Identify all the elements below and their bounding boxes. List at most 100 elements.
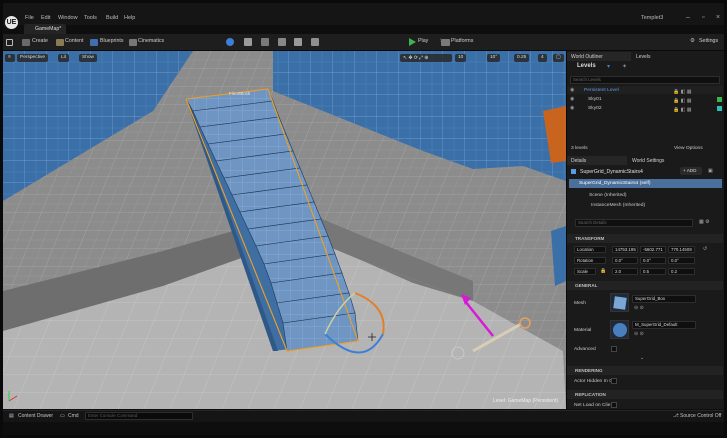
advanced-checkbox[interactable] bbox=[611, 346, 617, 352]
menu-window[interactable]: Window bbox=[58, 15, 78, 21]
grid-snap-label: 10 bbox=[458, 55, 464, 60]
level-viewport[interactable] bbox=[3, 51, 566, 409]
mesh-paint-icon[interactable] bbox=[278, 38, 286, 46]
chevron-down-icon[interactable]: ⌄ bbox=[640, 355, 644, 361]
menu-file[interactable]: File bbox=[25, 15, 34, 21]
location-dropdown[interactable]: Location bbox=[574, 246, 606, 253]
scale-z-field[interactable]: 0.2 bbox=[668, 268, 695, 275]
content-button[interactable]: Content bbox=[65, 38, 84, 44]
tab-world-settings[interactable]: World Settings bbox=[628, 156, 688, 165]
landscape-mode-icon[interactable] bbox=[244, 38, 252, 46]
maximize-icon[interactable]: ▫ bbox=[702, 14, 704, 21]
level-lock-icons[interactable]: 🔒 ◧ ▦ 🔒 ◧ ▦ 🔒 ◧ ▦ bbox=[673, 88, 713, 114]
add-component-button[interactable]: + ADD bbox=[680, 167, 702, 175]
cmd-dropdown[interactable]: Cmd bbox=[68, 413, 79, 419]
add-level-icon[interactable]: ✦ bbox=[622, 63, 627, 70]
play-button[interactable]: Play bbox=[418, 38, 428, 44]
material-thumbnail[interactable] bbox=[610, 320, 629, 339]
tab-levels[interactable]: Levels bbox=[632, 52, 687, 61]
mesh-picker[interactable]: SuperGrid_Box bbox=[632, 295, 696, 303]
menu-tools[interactable]: Tools bbox=[84, 15, 97, 21]
component-scene-label[interactable]: Scene (Inherited) bbox=[589, 193, 627, 198]
eye-icon[interactable]: ◉ bbox=[570, 105, 574, 111]
browse-icon[interactable]: ⊖ ⊘ bbox=[634, 331, 644, 337]
levels-search-input[interactable]: Search Levels bbox=[570, 76, 720, 84]
scale-y-value: 0.5 bbox=[643, 269, 650, 274]
menu-edit[interactable]: Edit bbox=[41, 15, 50, 21]
maximize-viewport-icon[interactable]: ▢ bbox=[553, 54, 564, 62]
location-x-field[interactable]: 14753.195 bbox=[612, 246, 638, 253]
menu-build[interactable]: Build bbox=[106, 15, 118, 21]
lit-button[interactable]: Lit bbox=[58, 54, 70, 62]
level-name-sky01[interactable]: Sky01 bbox=[588, 97, 602, 102]
eye-icon[interactable]: ◉ bbox=[570, 96, 574, 102]
tab-details[interactable]: Details bbox=[567, 156, 627, 165]
tab-world-outliner-label: World Outliner bbox=[571, 54, 603, 60]
grid-view-icon[interactable]: ▦ ⚙ bbox=[699, 219, 710, 225]
play-icon[interactable] bbox=[409, 38, 416, 46]
rotation-snap-value[interactable]: 10° bbox=[487, 54, 501, 62]
rendering-section[interactable]: RENDERING bbox=[567, 366, 723, 375]
mesh-thumbnail[interactable] bbox=[610, 293, 629, 312]
show-button[interactable]: Show bbox=[79, 54, 97, 62]
component-mesh-label[interactable]: InstanceMesh (Inherited) bbox=[591, 203, 645, 208]
material-picker[interactable]: M_SuperGrid_Default bbox=[632, 321, 696, 329]
select-mode-icon[interactable] bbox=[226, 38, 234, 46]
camera-speed-value[interactable]: 4 bbox=[538, 54, 547, 62]
rotation-y-field[interactable]: 0.0° bbox=[640, 257, 666, 264]
foliage-mode-icon[interactable] bbox=[261, 38, 269, 46]
minimize-icon[interactable]: – bbox=[686, 14, 690, 21]
viewport-menu-icon[interactable]: ≡ bbox=[5, 54, 15, 62]
browse-icon[interactable]: ⊖ ⊘ bbox=[634, 305, 644, 311]
general-section[interactable]: GENERAL bbox=[567, 281, 723, 290]
location-x-value: 14753.195 bbox=[615, 247, 636, 252]
fracture-icon[interactable] bbox=[311, 38, 319, 46]
actor-name[interactable]: SuperGrid_DynamicStairs4 bbox=[580, 169, 643, 175]
perspective-button[interactable]: Perspective bbox=[17, 54, 49, 62]
rotation-z-field[interactable]: 0.0° bbox=[668, 257, 695, 264]
close-icon[interactable]: × bbox=[716, 14, 720, 21]
rotation-x-field[interactable]: 0.0° bbox=[612, 257, 638, 264]
blueprints-button[interactable]: Blueprints bbox=[100, 38, 124, 44]
lock-icon[interactable]: 🔒 bbox=[600, 268, 606, 274]
source-control-button[interactable]: Source Control Off bbox=[680, 413, 721, 419]
levels-header: Levels bbox=[577, 63, 596, 69]
content-drawer-button[interactable]: Content Drawer bbox=[18, 413, 53, 419]
create-button[interactable]: Create bbox=[32, 38, 48, 44]
eye-icon[interactable]: ◉ bbox=[570, 87, 574, 93]
blueprint-icon[interactable]: ▣ bbox=[708, 168, 713, 174]
level-name-sky02[interactable]: Sky02 bbox=[588, 106, 602, 111]
cinematics-button[interactable]: Cinematics bbox=[138, 38, 164, 44]
replication-section[interactable]: REPLICATION bbox=[567, 390, 723, 399]
scale-y-field[interactable]: 0.5 bbox=[640, 268, 666, 275]
console-input[interactable]: Enter Console Command bbox=[85, 412, 193, 420]
scale-x-field[interactable]: 2.0 bbox=[612, 268, 638, 275]
level-label: Level: GameMap (Persistent) bbox=[493, 398, 559, 404]
levels-dropdown-icon[interactable]: ▾ bbox=[607, 63, 610, 70]
scale-snap-label: 0.25 bbox=[517, 55, 527, 60]
details-search-input[interactable]: Search Details bbox=[575, 219, 693, 227]
transform-tools-icon[interactable]: ↖ ✥ ⟳ ⤢ ⊕ bbox=[400, 54, 452, 62]
unreal-logo-icon[interactable]: UE bbox=[5, 16, 18, 29]
component-self-label: SuperGrid_DynamicStairs4 (self) bbox=[579, 181, 651, 186]
modeling-icon[interactable] bbox=[294, 38, 302, 46]
platforms-button[interactable]: Platforms bbox=[451, 38, 473, 44]
net-load-checkbox[interactable] bbox=[611, 402, 617, 408]
tab-gamemap[interactable]: GameMap* bbox=[24, 24, 66, 34]
reset-icon[interactable]: ↺ bbox=[703, 246, 707, 252]
rotation-dropdown[interactable]: Rotation bbox=[574, 257, 606, 264]
tab-world-outliner[interactable]: World Outliner bbox=[567, 52, 631, 61]
menu-help[interactable]: Help bbox=[124, 15, 135, 21]
transform-section[interactable]: TRANSFORM bbox=[567, 234, 723, 243]
save-icon[interactable] bbox=[6, 39, 13, 46]
view-options-button[interactable]: View Options bbox=[674, 146, 703, 151]
location-z-field[interactable]: 770.14508 bbox=[668, 246, 695, 253]
location-y-field[interactable]: -5602.771 bbox=[640, 246, 666, 253]
grid-snap-value[interactable]: 10 bbox=[455, 54, 467, 62]
settings-button[interactable]: Settings bbox=[699, 38, 718, 44]
console-placeholder: Enter Console Command bbox=[88, 413, 138, 418]
scale-dropdown[interactable]: Scale bbox=[574, 268, 596, 275]
actor-hidden-checkbox[interactable] bbox=[611, 378, 617, 384]
scale-snap-value[interactable]: 0.25 bbox=[514, 54, 530, 62]
gear-icon[interactable]: ⚙ bbox=[690, 38, 695, 44]
